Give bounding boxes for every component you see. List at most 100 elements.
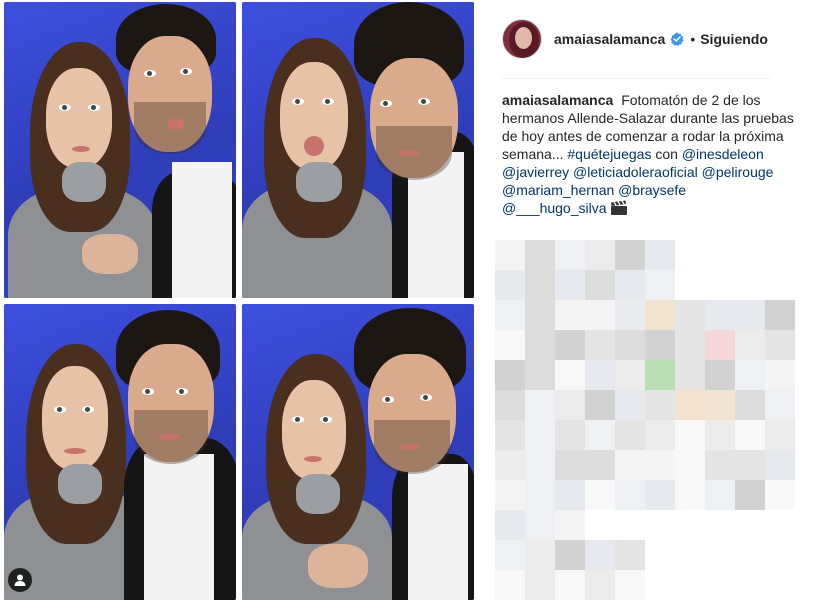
blur-pixel	[645, 420, 675, 450]
caption-connector: con	[655, 146, 678, 162]
blur-pixel	[735, 360, 765, 390]
caption-username[interactable]: amaiasalamanca	[502, 92, 613, 108]
blur-pixel	[495, 420, 525, 450]
blur-pixel	[735, 420, 765, 450]
blur-pixel	[705, 360, 735, 390]
blur-pixel	[555, 570, 585, 600]
blur-pixel	[675, 360, 705, 390]
separator-dot: •	[690, 31, 696, 47]
blur-pixel	[525, 360, 555, 390]
mention-link[interactable]: @pelirouge	[702, 164, 774, 180]
blur-pixel	[555, 540, 585, 570]
blur-pixel	[615, 570, 645, 600]
blur-pixel	[615, 420, 645, 450]
blur-pixel	[555, 300, 585, 330]
blur-pixel	[525, 240, 555, 270]
verified-badge-icon	[670, 32, 684, 46]
blur-pixel	[615, 270, 645, 300]
blur-pixel	[495, 450, 525, 480]
blur-pixel	[585, 570, 615, 600]
blur-pixel	[555, 330, 585, 360]
blur-pixel	[495, 360, 525, 390]
photo-booth-frame-3	[4, 304, 236, 600]
blur-pixel	[615, 300, 645, 330]
blur-pixel	[585, 540, 615, 570]
blur-pixel	[645, 330, 675, 360]
blur-pixel	[675, 420, 705, 450]
post-caption: amaiasalamanca Fotomatón de 2 de los her…	[502, 91, 794, 217]
mention-link[interactable]: @mariam_hernan	[502, 182, 614, 198]
blur-pixel	[585, 300, 615, 330]
avatar[interactable]	[502, 19, 542, 59]
blur-pixel	[705, 420, 735, 450]
blur-pixel	[735, 390, 765, 420]
blur-pixel	[675, 390, 705, 420]
blur-pixel	[765, 420, 795, 450]
blur-pixel	[585, 420, 615, 450]
blur-pixel	[585, 270, 615, 300]
blur-pixel	[615, 480, 645, 510]
blur-pixel	[705, 450, 735, 480]
blur-pixel	[675, 330, 705, 360]
blur-pixel	[525, 570, 555, 600]
blur-pixel	[675, 480, 705, 510]
post-image[interactable]	[0, 0, 480, 602]
header-username[interactable]: amaiasalamanca	[554, 31, 665, 47]
blur-pixel	[525, 330, 555, 360]
blur-pixel	[555, 420, 585, 450]
blur-pixel	[645, 270, 675, 300]
blur-pixel	[615, 360, 645, 390]
mention-link[interactable]: @braysefe	[618, 182, 686, 198]
blur-pixel	[645, 360, 675, 390]
blur-pixel	[525, 480, 555, 510]
blur-pixel	[645, 390, 675, 420]
blur-pixel	[615, 330, 645, 360]
blur-pixel	[585, 480, 615, 510]
blur-pixel	[615, 240, 645, 270]
person-icon[interactable]	[8, 568, 32, 592]
blur-pixel	[735, 330, 765, 360]
blur-pixel	[555, 270, 585, 300]
mention-link[interactable]: @___hugo_silva	[502, 200, 607, 216]
blur-pixel	[765, 330, 795, 360]
blur-pixel	[765, 360, 795, 390]
blur-pixel	[495, 510, 525, 540]
blur-pixel	[525, 420, 555, 450]
blur-pixel	[765, 300, 795, 330]
clapper-board-icon	[611, 200, 628, 215]
blur-pixel	[705, 300, 735, 330]
mention-link[interactable]: @javierrey	[502, 164, 569, 180]
blur-pixel	[585, 390, 615, 420]
photo-booth-frame-4	[242, 304, 474, 600]
blur-pixel	[585, 330, 615, 360]
blur-pixel	[705, 480, 735, 510]
photo-booth-frame-2	[242, 2, 474, 298]
blur-pixel	[735, 450, 765, 480]
blur-pixel	[645, 450, 675, 480]
mention-link[interactable]: @leticiadoleraoficial	[573, 164, 698, 180]
blur-pixel	[765, 390, 795, 420]
blur-pixel	[495, 570, 525, 600]
blur-pixel	[615, 390, 645, 420]
blur-pixel	[585, 450, 615, 480]
blur-pixel	[675, 300, 705, 330]
blur-pixel	[495, 270, 525, 300]
blur-pixel	[495, 540, 525, 570]
blur-pixel	[555, 240, 585, 270]
blur-pixel	[615, 540, 645, 570]
blur-pixel	[525, 300, 555, 330]
blur-pixel	[585, 360, 615, 390]
blur-pixel	[495, 300, 525, 330]
hashtag-link[interactable]: #quétejuegas	[567, 146, 651, 162]
blur-pixel	[555, 450, 585, 480]
blur-pixel	[765, 480, 795, 510]
photo-booth-frame-1	[4, 2, 236, 298]
blur-pixel	[645, 300, 675, 330]
blur-pixel	[585, 240, 615, 270]
blur-pixel	[525, 540, 555, 570]
blur-pixel	[555, 390, 585, 420]
mention-link[interactable]: @inesdeleon	[682, 146, 764, 162]
blur-pixel	[645, 480, 675, 510]
blur-pixel	[495, 480, 525, 510]
following-button[interactable]: Siguiendo	[700, 31, 768, 47]
